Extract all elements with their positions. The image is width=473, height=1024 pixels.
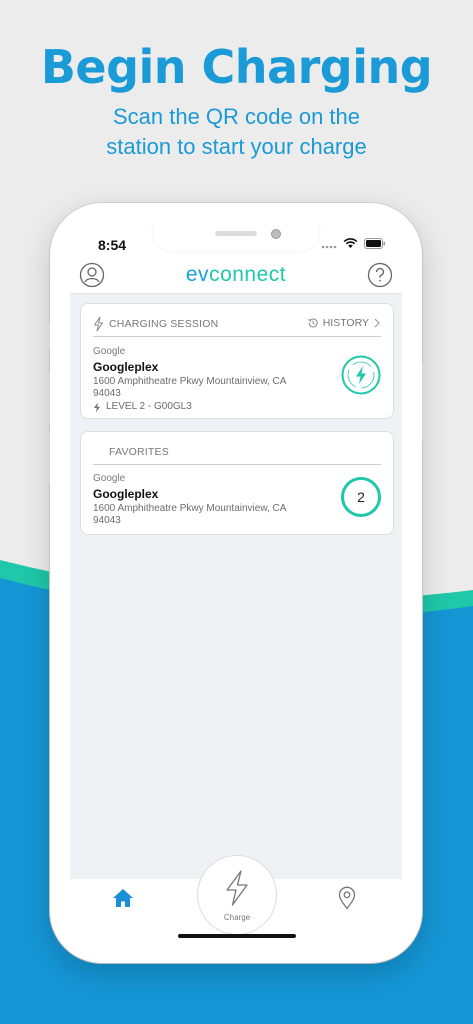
phone-notch	[153, 221, 319, 251]
app-screen: 8:54 evconnect CHARGING SESSION HISTORY …	[70, 221, 402, 945]
status-icons	[321, 238, 386, 249]
favorite-address-line2: 94043	[93, 515, 121, 526]
favorites-title: FAVORITES	[109, 446, 169, 458]
session-address-line2: 94043	[93, 388, 121, 399]
wifi-icon	[343, 238, 358, 248]
speaker-grille	[215, 231, 257, 236]
charging-session-title: CHARGING SESSION	[109, 318, 219, 330]
session-address-line1: 1600 Amphitheatre Pkwy Mountainview, CA	[93, 376, 287, 387]
session-level-label: LEVEL 2 - G00GL3	[106, 401, 192, 412]
app-header: evconnect	[70, 257, 402, 294]
charging-bolt-icon[interactable]	[341, 355, 381, 395]
history-link[interactable]: HISTORY	[307, 317, 381, 329]
charging-session-card[interactable]: CHARGING SESSION HISTORY Google Googlepl…	[80, 303, 394, 419]
logo-part-connect: connect	[209, 263, 287, 286]
power-button	[422, 363, 425, 441]
location-pin-icon[interactable]	[338, 886, 356, 910]
phone-frame: 8:54 evconnect CHARGING SESSION HISTORY …	[47, 203, 425, 963]
available-count-badge[interactable]: 2	[341, 477, 381, 517]
charge-bolt-icon	[226, 870, 248, 906]
session-details: Google Googleplex 1600 Amphitheatre Pkwy…	[93, 346, 286, 413]
favorite-station-name: Googleplex	[93, 487, 159, 501]
home-icon[interactable]	[112, 888, 134, 908]
battery-icon	[364, 238, 386, 249]
favorite-address-line1: 1600 Amphitheatre Pkwy Mountainview, CA	[93, 503, 287, 514]
evconnect-logo: evconnect	[70, 263, 402, 287]
home-indicator[interactable]	[178, 934, 296, 938]
favorite-station[interactable]: Google Googleplex 1600 Amphitheatre Pkwy…	[93, 473, 286, 527]
favorite-network: Google	[93, 473, 126, 484]
charge-label: Charge	[223, 913, 251, 922]
history-label: HISTORY	[322, 317, 369, 329]
session-network: Google	[93, 346, 126, 357]
chevron-right-icon	[374, 318, 380, 328]
promo-headline: Begin Charging	[40, 40, 433, 94]
favorites-header: FAVORITES	[93, 444, 381, 465]
volume-down-button	[47, 433, 50, 483]
help-icon[interactable]	[367, 262, 393, 288]
bolt-outline-icon	[94, 316, 103, 332]
logo-part-ev: ev	[185, 263, 210, 286]
level-bolt-icon	[93, 402, 101, 412]
promo-subhead-line2: station to start your charge	[106, 134, 367, 159]
signal-icon	[321, 245, 337, 248]
promo-subhead-line1: Scan the QR code on the	[112, 104, 361, 129]
session-station-name: Googleplex	[93, 360, 159, 374]
session-level: LEVEL 2 - G00GL3	[93, 401, 286, 413]
status-time: 8:54	[98, 237, 127, 253]
promo-subhead: Scan the QR code on the station to start…	[0, 102, 473, 162]
mute-switch	[47, 323, 50, 349]
favorites-card: FAVORITES Google Googleplex 1600 Amphith…	[80, 431, 394, 535]
front-camera	[271, 229, 281, 239]
history-icon	[307, 318, 318, 328]
charging-session-header: CHARGING SESSION HISTORY	[93, 316, 381, 337]
volume-up-button	[47, 373, 50, 423]
charge-button[interactable]: Charge	[197, 855, 277, 935]
